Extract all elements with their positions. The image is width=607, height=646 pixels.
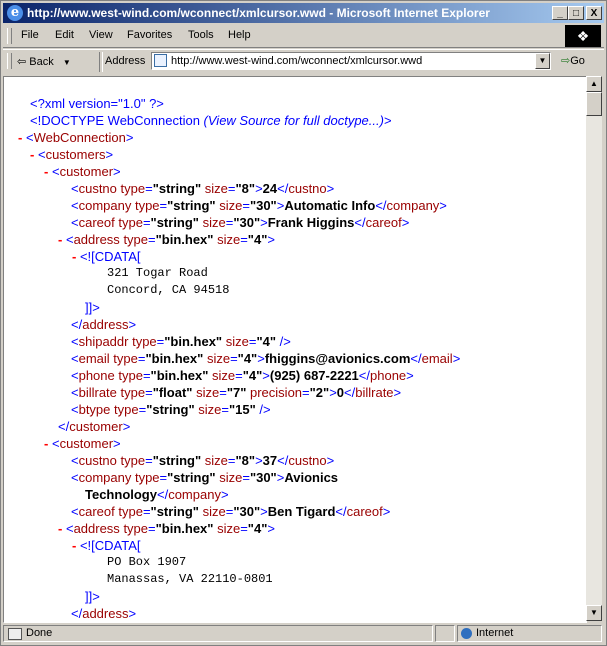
window-title: http://www.west-wind.com/wconnect/xmlcur… (27, 6, 490, 20)
globe-icon (461, 628, 472, 639)
xml-doctype: <!DOCTYPE WebConnection (View Source for… (30, 113, 392, 128)
customer-node: - <customer> (44, 164, 121, 179)
cdata-line: Manassas, VA 22110-0801 (107, 572, 273, 586)
cdata-close: ]]> (85, 589, 100, 604)
ie-logo-icon: e (7, 5, 23, 21)
maximize-button[interactable]: □ (568, 6, 584, 20)
browser-window: e http://www.west-wind.com/wconnect/xmlc… (0, 0, 607, 646)
close-button[interactable]: X (586, 6, 602, 20)
careof-element: <careof type="string" size="30">Frank Hi… (71, 215, 410, 230)
address-close: </address> (71, 317, 137, 332)
menu-tools[interactable]: Tools (188, 29, 214, 41)
custno-element: <custno type="string" size="8">24</custn… (71, 181, 335, 196)
collapse-toggle[interactable]: - (44, 164, 48, 179)
go-label: Go (570, 55, 585, 67)
go-arrow-icon: ⇨ (561, 55, 571, 67)
cdata-line: 321 Togar Road (107, 266, 208, 280)
go-button[interactable]: ⇨Go (561, 54, 585, 67)
cdata-close: ]]> (85, 300, 100, 315)
address-close: </address> (71, 606, 137, 621)
collapse-toggle[interactable]: - (58, 521, 62, 536)
collapse-toggle[interactable]: - (44, 436, 48, 451)
document-view: <?xml version="1.0" ?> <!DOCTYPE WebConn… (3, 76, 587, 623)
address-dropdown-icon[interactable]: ▼ (535, 53, 550, 69)
menu-edit[interactable]: Edit (55, 29, 74, 41)
doctype-note: (View Source for full doctype...) (203, 113, 384, 128)
cdata-line: Concord, CA 94518 (107, 283, 230, 297)
scroll-up-icon[interactable]: ▲ (586, 76, 602, 92)
toolbar: ⇦ Back ▼ Address ▼ ⇨Go (3, 49, 604, 74)
collapse-toggle[interactable]: - (72, 249, 76, 264)
scroll-thumb[interactable] (586, 92, 602, 116)
btype-element: <btype type="string" size="15" /> (71, 402, 271, 417)
menubar-grip (7, 28, 12, 44)
company-element-cont: Technology</company> (85, 487, 229, 502)
collapse-toggle[interactable]: - (58, 232, 62, 247)
zone-text: Internet (476, 627, 514, 639)
menu-file[interactable]: File (21, 29, 39, 41)
scroll-down-icon[interactable]: ▼ (586, 605, 602, 621)
status-bar: Done Internet (3, 624, 604, 643)
customer-node: - <customer> (44, 436, 121, 451)
phone-element: <phone type="bin.hex" size="4">(925) 687… (71, 368, 414, 383)
menu-help[interactable]: Help (228, 29, 251, 41)
minimize-button[interactable]: _ (552, 6, 568, 20)
status-text: Done (26, 627, 53, 639)
shipaddr-element: <shipaddr type="bin.hex" size="4" /> (71, 334, 291, 349)
vertical-scrollbar[interactable]: ▲ ▼ (586, 76, 602, 621)
status-panel (435, 625, 455, 642)
toolbar-grip (7, 53, 12, 69)
cdata-line: PO Box 1907 (107, 555, 187, 569)
cdata-open: - <![CDATA[ (72, 249, 141, 264)
back-label: Back (29, 56, 54, 68)
address-element: - <address type="bin.hex" size="4"> (58, 232, 275, 247)
customer-close: </customer> (58, 419, 131, 434)
company-element: <company type="string" size="30">Avionic… (71, 470, 339, 485)
billrate-element: <billrate type="float" size="7" precisio… (71, 385, 402, 400)
menu-view[interactable]: View (89, 29, 113, 41)
status-zone: Internet (457, 625, 602, 642)
back-dropdown-icon[interactable]: ▼ (63, 58, 71, 67)
back-button[interactable]: ⇦ Back ▼ (17, 53, 71, 71)
xml-declaration: <?xml version="1.0" ?> (30, 96, 164, 111)
windows-logo-icon: ❖ (565, 25, 601, 47)
cdata-open: - <![CDATA[ (72, 538, 141, 553)
menu-favorites[interactable]: Favorites (127, 29, 172, 41)
collapse-toggle[interactable]: - (18, 130, 22, 145)
title-bar: e http://www.west-wind.com/wconnect/xmlc… (3, 3, 604, 23)
customers-node: - <customers> (30, 147, 114, 162)
company-element: <company type="string" size="30">Automat… (71, 198, 447, 213)
toolbar-separator (99, 52, 103, 72)
address-element: - <address type="bin.hex" size="4"> (58, 521, 275, 536)
status-main: Done (3, 625, 433, 642)
careof-element: <careof type="string" size="30">Ben Tiga… (71, 504, 391, 519)
email-element: <email type="bin.hex" size="4">fhiggins@… (71, 351, 461, 366)
done-icon (8, 628, 22, 640)
page-icon (154, 54, 167, 67)
root-node: - <WebConnection> (18, 130, 134, 145)
collapse-toggle[interactable]: - (30, 147, 34, 162)
address-input[interactable] (171, 54, 531, 68)
address-bar[interactable]: ▼ (151, 52, 551, 70)
back-arrow-icon: ⇦ (17, 56, 27, 68)
collapse-toggle[interactable]: - (72, 538, 76, 553)
custno-element: <custno type="string" size="8">37</custn… (71, 453, 335, 468)
menu-bar: File Edit View Favorites Tools Help ❖ (3, 25, 604, 48)
address-label: Address (105, 55, 146, 67)
